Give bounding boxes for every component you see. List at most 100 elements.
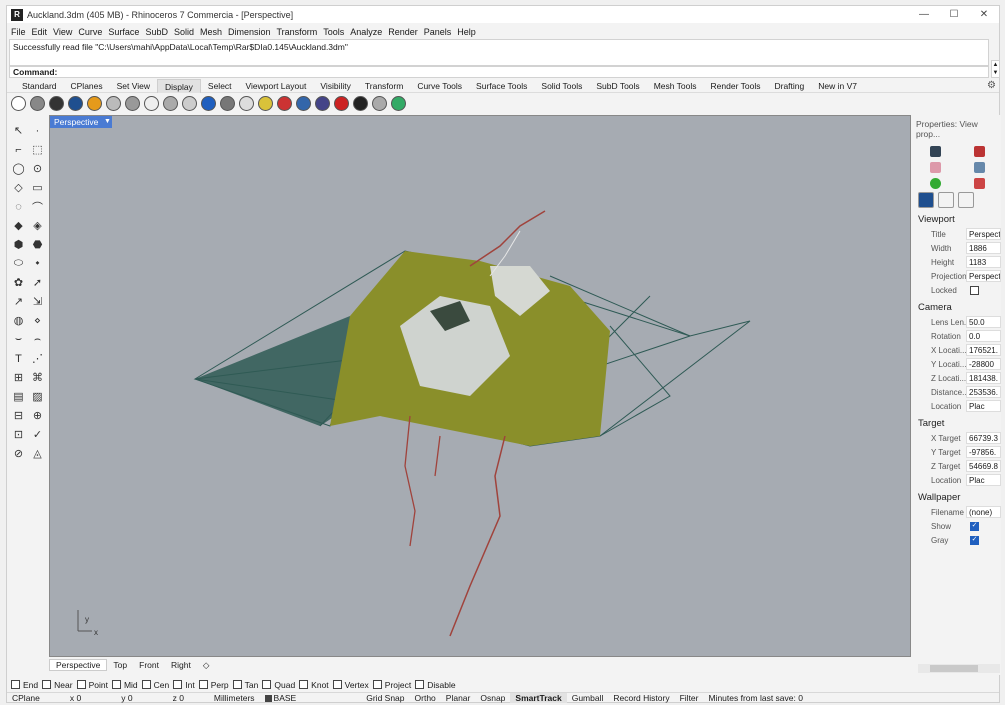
display-mode-icon[interactable] bbox=[372, 95, 387, 111]
tab-visibility[interactable]: Visibility bbox=[313, 79, 358, 93]
checkbox[interactable] bbox=[415, 680, 425, 689]
tool-icon[interactable]: ⬩ bbox=[30, 256, 45, 271]
checkbox[interactable] bbox=[262, 680, 272, 689]
tool-icon[interactable]: ⊟ bbox=[11, 408, 26, 423]
property-value[interactable]: (none) bbox=[966, 506, 1001, 518]
tool-icon[interactable]: ◯ bbox=[11, 161, 26, 176]
property-value[interactable]: 1183 bbox=[966, 256, 1001, 268]
menu-item-curve[interactable]: Curve bbox=[78, 27, 108, 37]
display-mode-icon[interactable] bbox=[220, 95, 235, 111]
tool-icon[interactable]: ✓ bbox=[30, 427, 45, 442]
display-mode-icon[interactable] bbox=[258, 95, 273, 111]
tool-icon[interactable]: ➚ bbox=[30, 275, 45, 290]
tool-icon[interactable]: ⇲ bbox=[30, 294, 45, 309]
tool-icon[interactable]: ⌒ bbox=[30, 199, 45, 214]
checkbox[interactable] bbox=[141, 680, 151, 689]
status-record-history[interactable]: Record History bbox=[608, 693, 674, 703]
display-mode-icon[interactable] bbox=[106, 95, 121, 111]
tab-cplanes[interactable]: CPlanes bbox=[64, 79, 110, 93]
tool-icon[interactable]: ▭ bbox=[30, 180, 45, 195]
checkbox[interactable] bbox=[198, 680, 208, 689]
camera-icon[interactable] bbox=[918, 192, 934, 208]
display-mode-icon[interactable] bbox=[353, 95, 368, 111]
image-icon[interactable] bbox=[973, 161, 985, 173]
tool-icon[interactable]: ⌘ bbox=[30, 370, 45, 385]
menu-item-transform[interactable]: Transform bbox=[277, 27, 324, 37]
viewport-tab-front[interactable]: Front bbox=[133, 660, 165, 670]
osnap-tan[interactable]: Tan bbox=[232, 680, 258, 690]
close-button[interactable]: ✕ bbox=[969, 6, 999, 23]
menu-item-dimension[interactable]: Dimension bbox=[228, 27, 277, 37]
viewport-tab-perspective[interactable]: Perspective bbox=[49, 659, 108, 671]
osnap-perp[interactable]: Perp bbox=[198, 680, 229, 690]
osnap-mid[interactable]: Mid bbox=[111, 680, 138, 690]
property-value[interactable]: 176521. bbox=[966, 344, 1001, 356]
command-scroll[interactable]: ▲ ▼ bbox=[991, 60, 1000, 78]
minimize-button[interactable]: — bbox=[909, 6, 939, 23]
frame-icon[interactable] bbox=[958, 192, 974, 208]
tab-solid-tools[interactable]: Solid Tools bbox=[534, 79, 589, 93]
tool-icon[interactable]: ⊙ bbox=[30, 161, 45, 176]
property-value[interactable]: -97856. bbox=[966, 446, 1001, 458]
tab-surface-tools[interactable]: Surface Tools bbox=[469, 79, 534, 93]
maximize-button[interactable]: ☐ bbox=[939, 6, 969, 23]
tool-icon[interactable]: ⊡ bbox=[11, 427, 26, 442]
display-mode-icon[interactable] bbox=[277, 95, 292, 111]
tool-icon[interactable]: ↗ bbox=[11, 294, 26, 309]
checkbox[interactable] bbox=[372, 680, 382, 689]
tool-icon[interactable]: ⌐ bbox=[11, 142, 26, 157]
checkbox[interactable] bbox=[299, 680, 309, 689]
menu-item-mesh[interactable]: Mesh bbox=[200, 27, 228, 37]
checkbox[interactable] bbox=[232, 680, 242, 689]
tool-icon[interactable]: ⋰ bbox=[30, 351, 45, 366]
display-mode-icon[interactable] bbox=[182, 95, 197, 111]
osnap-near[interactable]: Near bbox=[42, 680, 73, 690]
status-osnap[interactable]: Osnap bbox=[475, 693, 510, 703]
units-status[interactable]: Millimeters bbox=[209, 693, 260, 703]
menu-item-render[interactable]: Render bbox=[388, 27, 424, 37]
status-grid-snap[interactable]: Grid Snap bbox=[361, 693, 409, 703]
menu-item-help[interactable]: Help bbox=[457, 27, 482, 37]
display-mode-icon[interactable] bbox=[334, 95, 349, 111]
tool-icon[interactable]: ↖ bbox=[11, 123, 26, 138]
osnap-cen[interactable]: Cen bbox=[141, 680, 169, 690]
property-value[interactable]: 0.0 bbox=[966, 330, 1001, 342]
display-mode-icon[interactable] bbox=[296, 95, 311, 111]
display-mode-icon[interactable] bbox=[11, 95, 26, 111]
tool-icon[interactable]: ◆ bbox=[11, 218, 26, 233]
osnap-point[interactable]: Point bbox=[76, 680, 108, 690]
gear-icon[interactable]: ⚙ bbox=[987, 80, 996, 91]
tool-icon[interactable]: ◈ bbox=[30, 218, 45, 233]
property-value[interactable]: 253536. bbox=[966, 386, 1001, 398]
property-value[interactable]: -28800 bbox=[966, 358, 1001, 370]
tab-drafting[interactable]: Drafting bbox=[767, 79, 811, 93]
scroll-thumb[interactable] bbox=[930, 665, 978, 672]
material-icon[interactable] bbox=[973, 177, 985, 189]
status-smarttrack[interactable]: SmartTrack bbox=[510, 693, 567, 703]
tool-icon[interactable]: ◬ bbox=[30, 446, 45, 461]
tool-icon[interactable]: · bbox=[30, 123, 45, 138]
display-mode-icon[interactable] bbox=[49, 95, 64, 111]
object-properties-icon[interactable] bbox=[930, 145, 942, 157]
display-mode-icon[interactable] bbox=[201, 95, 216, 111]
brush-icon[interactable] bbox=[973, 145, 985, 157]
display-mode-icon[interactable] bbox=[144, 95, 159, 111]
tool-icon[interactable]: ⬭ bbox=[11, 256, 26, 271]
tool-icon[interactable]: ⋄ bbox=[30, 313, 45, 328]
property-value[interactable]: 181438. bbox=[966, 372, 1001, 384]
tool-icon[interactable]: ⬚ bbox=[30, 142, 45, 157]
display-mode-icon[interactable] bbox=[30, 95, 45, 111]
osnap-quad[interactable]: Quad bbox=[262, 680, 295, 690]
display-mode-icon[interactable] bbox=[68, 95, 83, 111]
osnap-vertex[interactable]: Vertex bbox=[332, 680, 369, 690]
menu-item-subd[interactable]: SubD bbox=[145, 27, 174, 37]
tool-icon[interactable]: ⬣ bbox=[30, 237, 45, 252]
tab-render-tools[interactable]: Render Tools bbox=[704, 79, 768, 93]
menu-item-file[interactable]: File bbox=[11, 27, 32, 37]
checkbox[interactable] bbox=[173, 680, 183, 689]
add-viewport-tab-icon[interactable]: ◇ bbox=[197, 660, 216, 671]
tab-viewport-layout[interactable]: Viewport Layout bbox=[239, 79, 314, 93]
osnap-end[interactable]: End bbox=[11, 680, 38, 690]
tool-icon[interactable]: ⊘ bbox=[11, 446, 26, 461]
checkbox[interactable] bbox=[111, 680, 121, 689]
